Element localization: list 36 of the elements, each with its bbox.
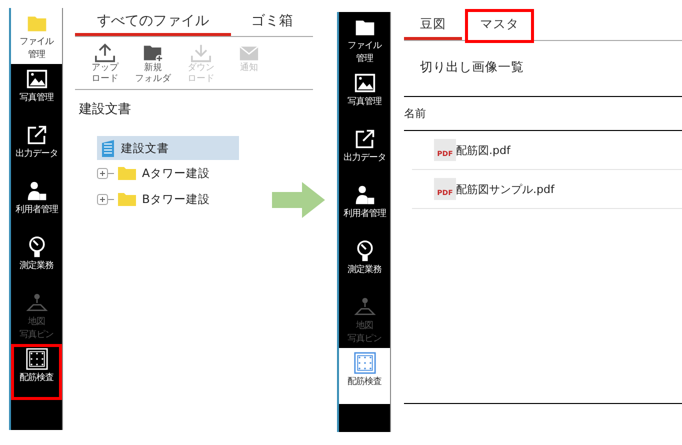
toolbar-button[interactable]: アップ ロード: [85, 43, 125, 85]
tab[interactable]: すべてのファイル: [75, 8, 231, 36]
folder-title: 建設文書: [78, 101, 132, 118]
user-lock-icon: [354, 184, 376, 206]
download-icon: [190, 43, 212, 63]
sidebar-item[interactable]: 配筋検査: [339, 348, 390, 404]
file-name[interactable]: 配筋図.pdf: [456, 142, 510, 158]
external-link-icon: [26, 124, 48, 146]
toolbar-button[interactable]: 新規 フォルダ: [133, 43, 173, 85]
tree-item[interactable]: 建設文書: [97, 136, 239, 160]
expand-toggle[interactable]: [97, 194, 108, 204]
column-header: 名前: [404, 106, 426, 121]
map-pin-icon: [354, 296, 376, 318]
user-lock-icon: [26, 180, 48, 202]
sidebar-item[interactable]: 配筋検査: [11, 344, 62, 400]
new-folder-icon: [142, 43, 164, 63]
image-icon: [354, 72, 376, 94]
building-icon: [101, 139, 115, 157]
map-pin-icon: [26, 292, 48, 314]
tab[interactable]: マスタ: [468, 12, 531, 40]
grid-frame-icon: [354, 352, 376, 374]
expand-toggle[interactable]: [97, 168, 108, 178]
tab[interactable]: ゴミ箱: [237, 8, 307, 36]
folder-icon: [118, 192, 136, 206]
tab[interactable]: 豆図: [404, 12, 462, 40]
file-name[interactable]: 配筋図サンプル.pdf: [456, 182, 554, 196]
sidebar-item[interactable]: ファイル 管理: [11, 8, 62, 64]
grid-frame-icon: [26, 348, 48, 370]
tree-item[interactable]: Aタワー建設: [114, 161, 234, 185]
folder-icon: [118, 166, 136, 180]
external-link-icon: [354, 128, 376, 150]
upload-icon: [94, 43, 116, 63]
image-icon: [26, 68, 48, 90]
section-heading: 切り出し画像一覧: [419, 58, 525, 76]
arrow-icon: [272, 182, 325, 218]
tree-item[interactable]: Bタワー建設: [114, 187, 234, 211]
